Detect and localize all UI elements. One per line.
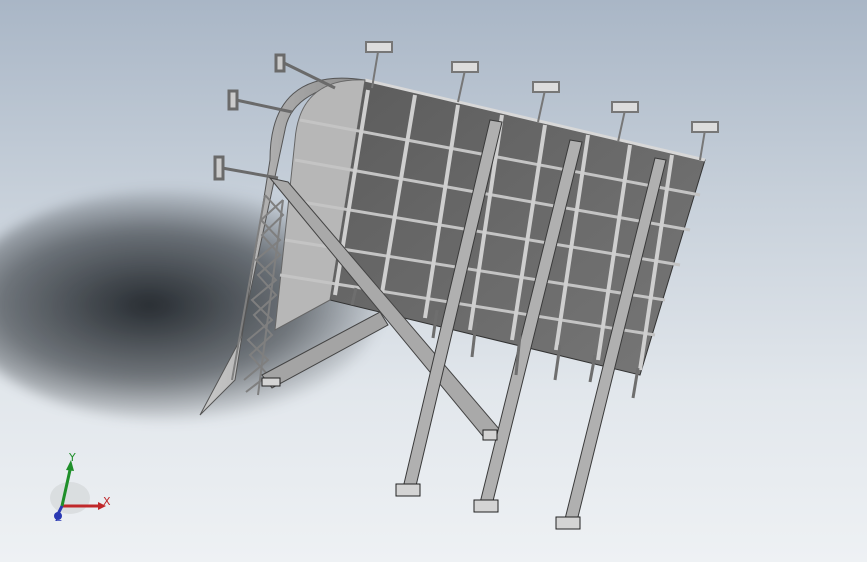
triad-x-label: X: [103, 495, 111, 508]
triad-y-label: Y: [69, 451, 76, 464]
reference-triad: [50, 460, 106, 520]
lattice-truss: [231, 194, 285, 396]
triad-sphere: [50, 482, 90, 514]
graphics-viewport[interactable]: X Y Z: [0, 0, 867, 562]
triad-z-label: Z: [55, 513, 62, 524]
formwork-model[interactable]: [0, 0, 867, 562]
